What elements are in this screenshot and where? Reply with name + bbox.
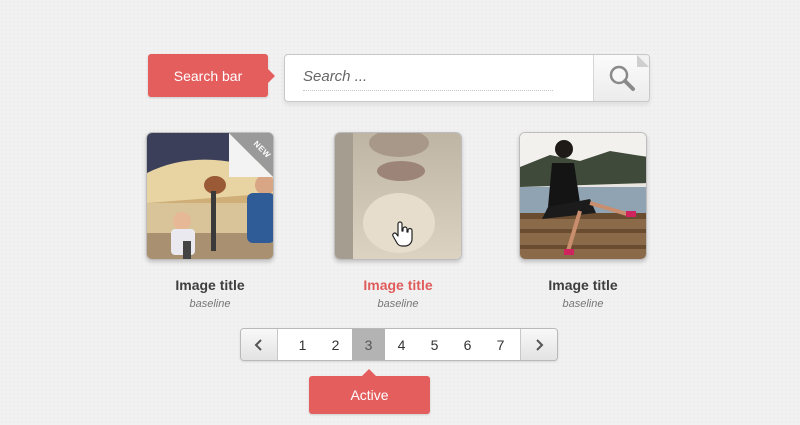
seaside-photo [520, 133, 646, 259]
image-thumbnail[interactable] [334, 132, 462, 260]
prev-page-button[interactable] [241, 329, 278, 360]
image-thumbnail[interactable]: NEW [146, 132, 274, 260]
card-title[interactable]: Image title [146, 277, 274, 293]
search-bar-tag-label: Search bar [173, 67, 243, 84]
magnifier-icon [609, 65, 635, 91]
card-subtitle: baseline [562, 298, 604, 310]
card-title[interactable]: Image title [519, 277, 647, 293]
search-bar-tag: Search bar [148, 54, 275, 97]
search-bar [284, 54, 650, 102]
page-6-button[interactable]: 6 [451, 329, 484, 360]
image-card-2[interactable]: Image title baseline [334, 132, 462, 310]
card-title[interactable]: Image title [334, 277, 462, 293]
search-button[interactable] [593, 55, 649, 101]
page-7-button[interactable]: 7 [484, 329, 517, 360]
search-input[interactable] [303, 63, 553, 91]
page-1-button[interactable]: 1 [286, 329, 319, 360]
chevron-left-icon [254, 338, 262, 351]
image-card-3[interactable]: Image title baseline [519, 132, 647, 310]
active-page-tag: Active [309, 369, 430, 414]
card-subtitle: baseline [189, 298, 231, 310]
page-2-button[interactable]: 2 [319, 329, 352, 360]
page-3-button-active[interactable]: 3 [352, 329, 385, 360]
pagination: 1 2 3 4 5 6 7 [240, 328, 558, 361]
image-thumbnail[interactable] [519, 132, 647, 260]
next-page-button[interactable] [520, 329, 557, 360]
page-4-button[interactable]: 4 [385, 329, 418, 360]
active-page-tag-label: Active [350, 387, 389, 403]
page-fold-corner [637, 55, 649, 67]
chevron-right-icon [536, 338, 544, 351]
card-subtitle: baseline [377, 298, 419, 310]
hand-cursor-icon [392, 221, 413, 247]
page-5-button[interactable]: 5 [418, 329, 451, 360]
image-card-1[interactable]: NEW Image title baseline [146, 132, 274, 310]
